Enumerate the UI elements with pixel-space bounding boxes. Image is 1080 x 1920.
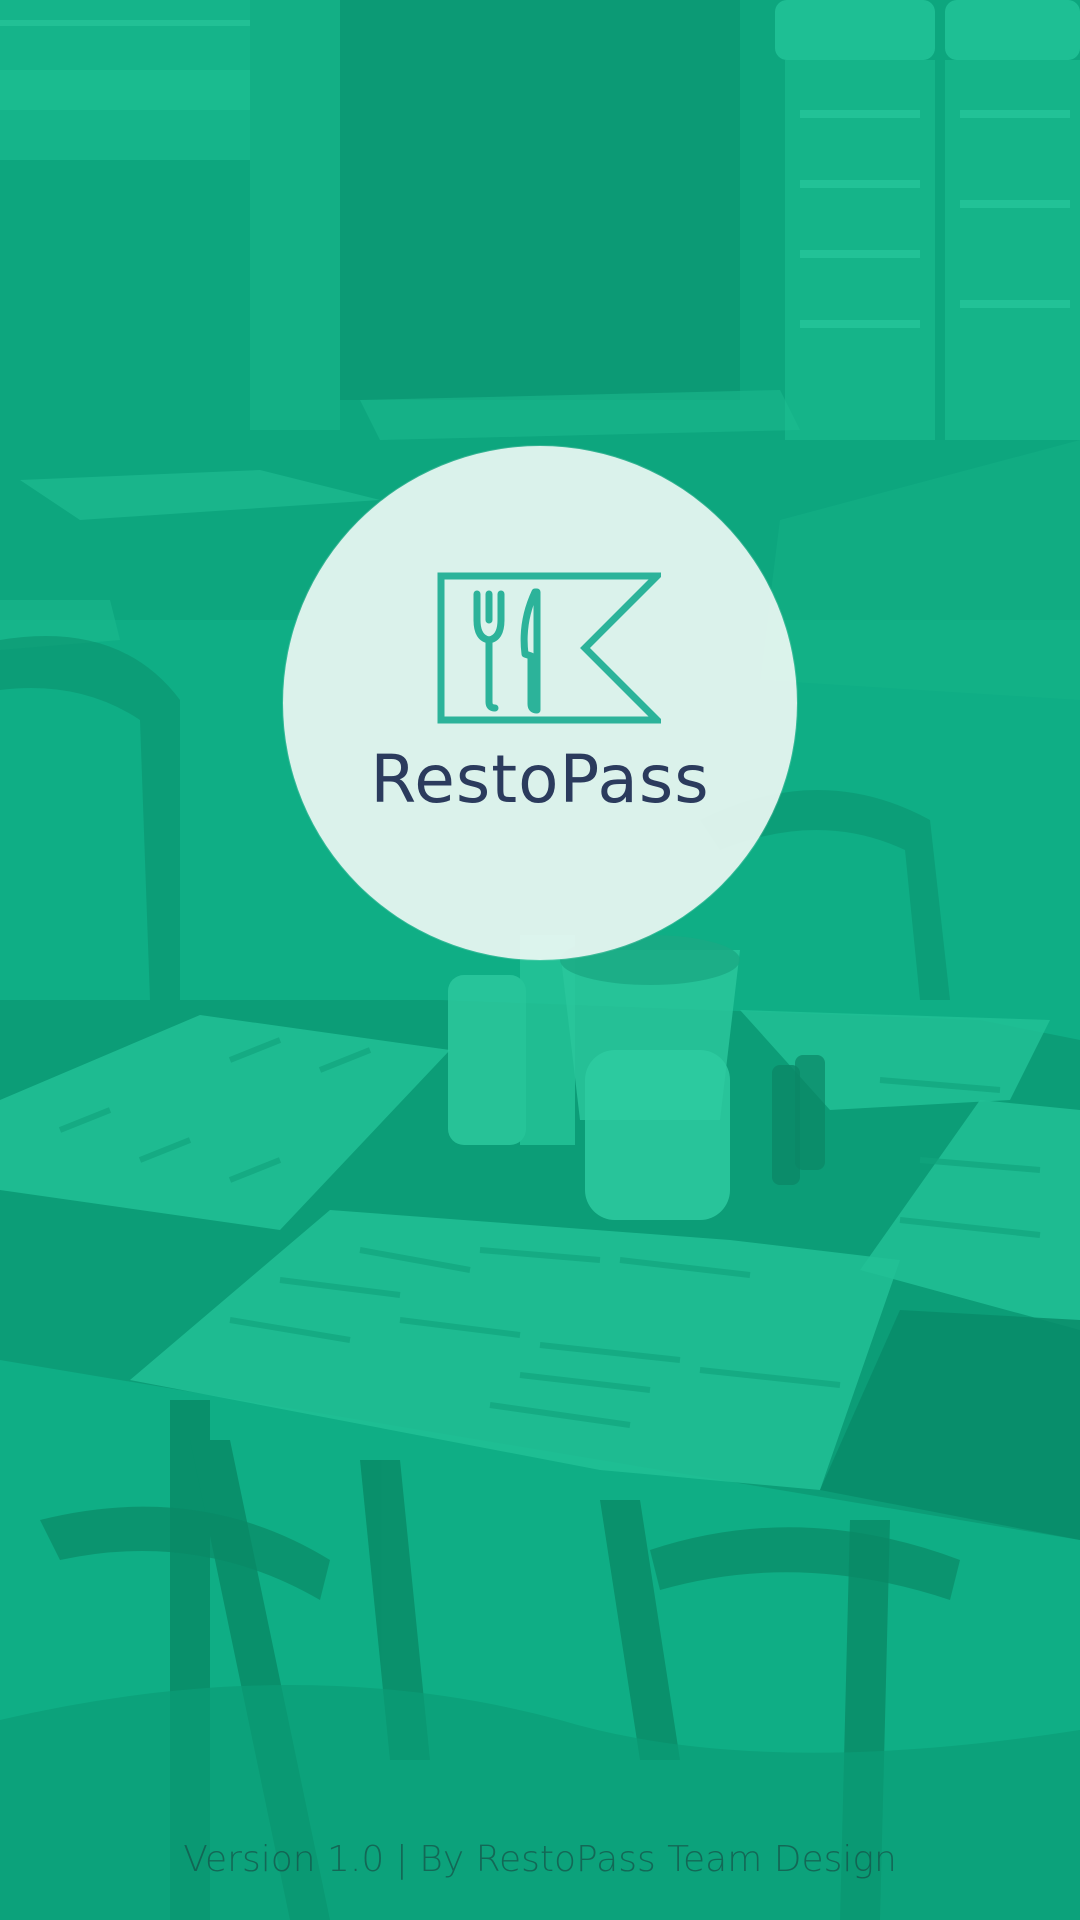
version-footer: Version 1.0 | By RestoPass Team Design [183, 1839, 897, 1880]
background-photo [0, 0, 1080, 1920]
app-name: RestoPass [370, 741, 710, 818]
fork-knife-flag-icon [437, 572, 666, 724]
restaurant-background-illustration [0, 0, 1080, 1920]
